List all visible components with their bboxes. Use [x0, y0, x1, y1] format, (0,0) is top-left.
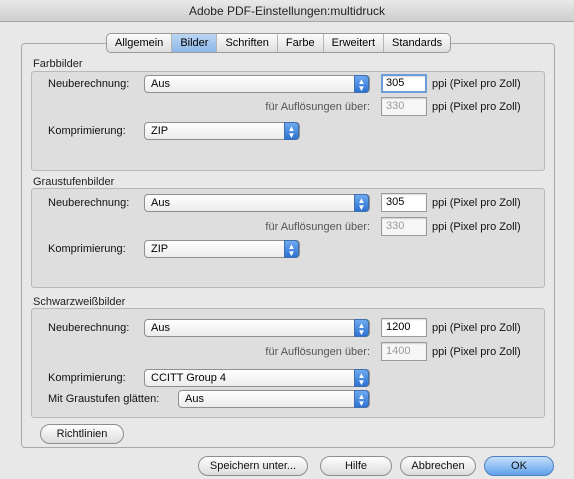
- gray-compression-label: Komprimierung:: [48, 243, 126, 255]
- up-down-arrows-icon: ▲ ▼: [284, 122, 299, 140]
- tab-allgemein[interactable]: Allgemein: [107, 34, 171, 52]
- gray-above-field[interactable]: 330: [381, 217, 427, 236]
- gray-resample-value: Aus: [151, 197, 170, 209]
- ok-button[interactable]: OK: [484, 456, 554, 476]
- tab-erweitert[interactable]: Erweitert: [322, 34, 383, 52]
- up-down-arrows-icon: ▲ ▼: [284, 240, 299, 258]
- mono-resample-value: Aus: [151, 322, 170, 334]
- window-title: Adobe PDF-Einstellungen:multidruck: [0, 0, 574, 22]
- color-above-unit: ppi (Pixel pro Zoll): [432, 101, 521, 113]
- mono-resolution-field[interactable]: 1200: [381, 318, 427, 337]
- gray-compression-value: ZIP: [151, 243, 169, 255]
- mono-smooth-label: Mit Graustufen glätten:: [48, 393, 160, 405]
- color-resolution-unit: ppi (Pixel pro Zoll): [432, 78, 521, 90]
- help-button[interactable]: Hilfe: [320, 456, 392, 476]
- mono-above-field[interactable]: 1400: [381, 342, 427, 361]
- gray-resolution-field[interactable]: 305: [381, 193, 427, 212]
- cancel-button[interactable]: Abbrechen: [400, 456, 476, 476]
- mono-images-title: Schwarzweißbilder: [33, 296, 126, 308]
- mono-compression-popup[interactable]: CCITT Group 4 ▲ ▼: [144, 369, 370, 387]
- mono-smooth-value: Aus: [185, 393, 204, 405]
- save-as-button[interactable]: Speichern unter...: [198, 456, 308, 476]
- gray-compression-popup[interactable]: ZIP ▲ ▼: [144, 240, 300, 258]
- color-compression-popup[interactable]: ZIP ▲ ▼: [144, 122, 300, 140]
- up-down-arrows-icon: ▲ ▼: [354, 75, 369, 93]
- mono-compression-label: Komprimierung:: [48, 372, 126, 384]
- color-resample-label: Neuberechnung:: [48, 78, 130, 90]
- gray-resolution-unit: ppi (Pixel pro Zoll): [432, 197, 521, 209]
- mono-smooth-popup[interactable]: Aus ▲ ▼: [178, 390, 370, 408]
- color-compression-value: ZIP: [151, 125, 169, 137]
- color-resample-popup[interactable]: Aus ▲ ▼: [144, 75, 370, 93]
- color-resolution-field[interactable]: 305: [381, 74, 427, 93]
- mono-resample-label: Neuberechnung:: [48, 322, 130, 334]
- tab-schriften[interactable]: Schriften: [216, 34, 276, 52]
- color-above-label: für Auflösungen über:: [265, 101, 370, 113]
- gray-above-unit: ppi (Pixel pro Zoll): [432, 221, 521, 233]
- gray-images-title: Graustufenbilder: [33, 176, 115, 188]
- up-down-arrows-icon: ▲ ▼: [354, 319, 369, 337]
- up-down-arrows-icon: ▲ ▼: [354, 194, 369, 212]
- policies-button[interactable]: Richtlinien: [40, 424, 124, 444]
- color-compression-label: Komprimierung:: [48, 125, 126, 137]
- tab-bilder[interactable]: Bilder: [171, 34, 217, 52]
- gray-above-label: für Auflösungen über:: [265, 221, 370, 233]
- color-above-field[interactable]: 330: [381, 97, 427, 116]
- up-down-arrows-icon: ▲ ▼: [354, 369, 369, 387]
- mono-resolution-unit: ppi (Pixel pro Zoll): [432, 322, 521, 334]
- tab-standards[interactable]: Standards: [383, 34, 450, 52]
- color-resample-value: Aus: [151, 78, 170, 90]
- mono-above-label: für Auflösungen über:: [265, 346, 370, 358]
- color-images-title: Farbbilder: [33, 58, 83, 70]
- gray-resample-popup[interactable]: Aus ▲ ▼: [144, 194, 370, 212]
- mono-resample-popup[interactable]: Aus ▲ ▼: [144, 319, 370, 337]
- gray-resample-label: Neuberechnung:: [48, 197, 130, 209]
- tab-farbe[interactable]: Farbe: [276, 34, 323, 52]
- up-down-arrows-icon: ▲ ▼: [354, 390, 369, 408]
- mono-above-unit: ppi (Pixel pro Zoll): [432, 346, 521, 358]
- tab-bar: Allgemein Bilder Schriften Farbe Erweite…: [106, 33, 452, 53]
- pdf-settings-dialog: Adobe PDF-Einstellungen:multidruck Allge…: [0, 0, 574, 479]
- mono-compression-value: CCITT Group 4: [151, 372, 226, 384]
